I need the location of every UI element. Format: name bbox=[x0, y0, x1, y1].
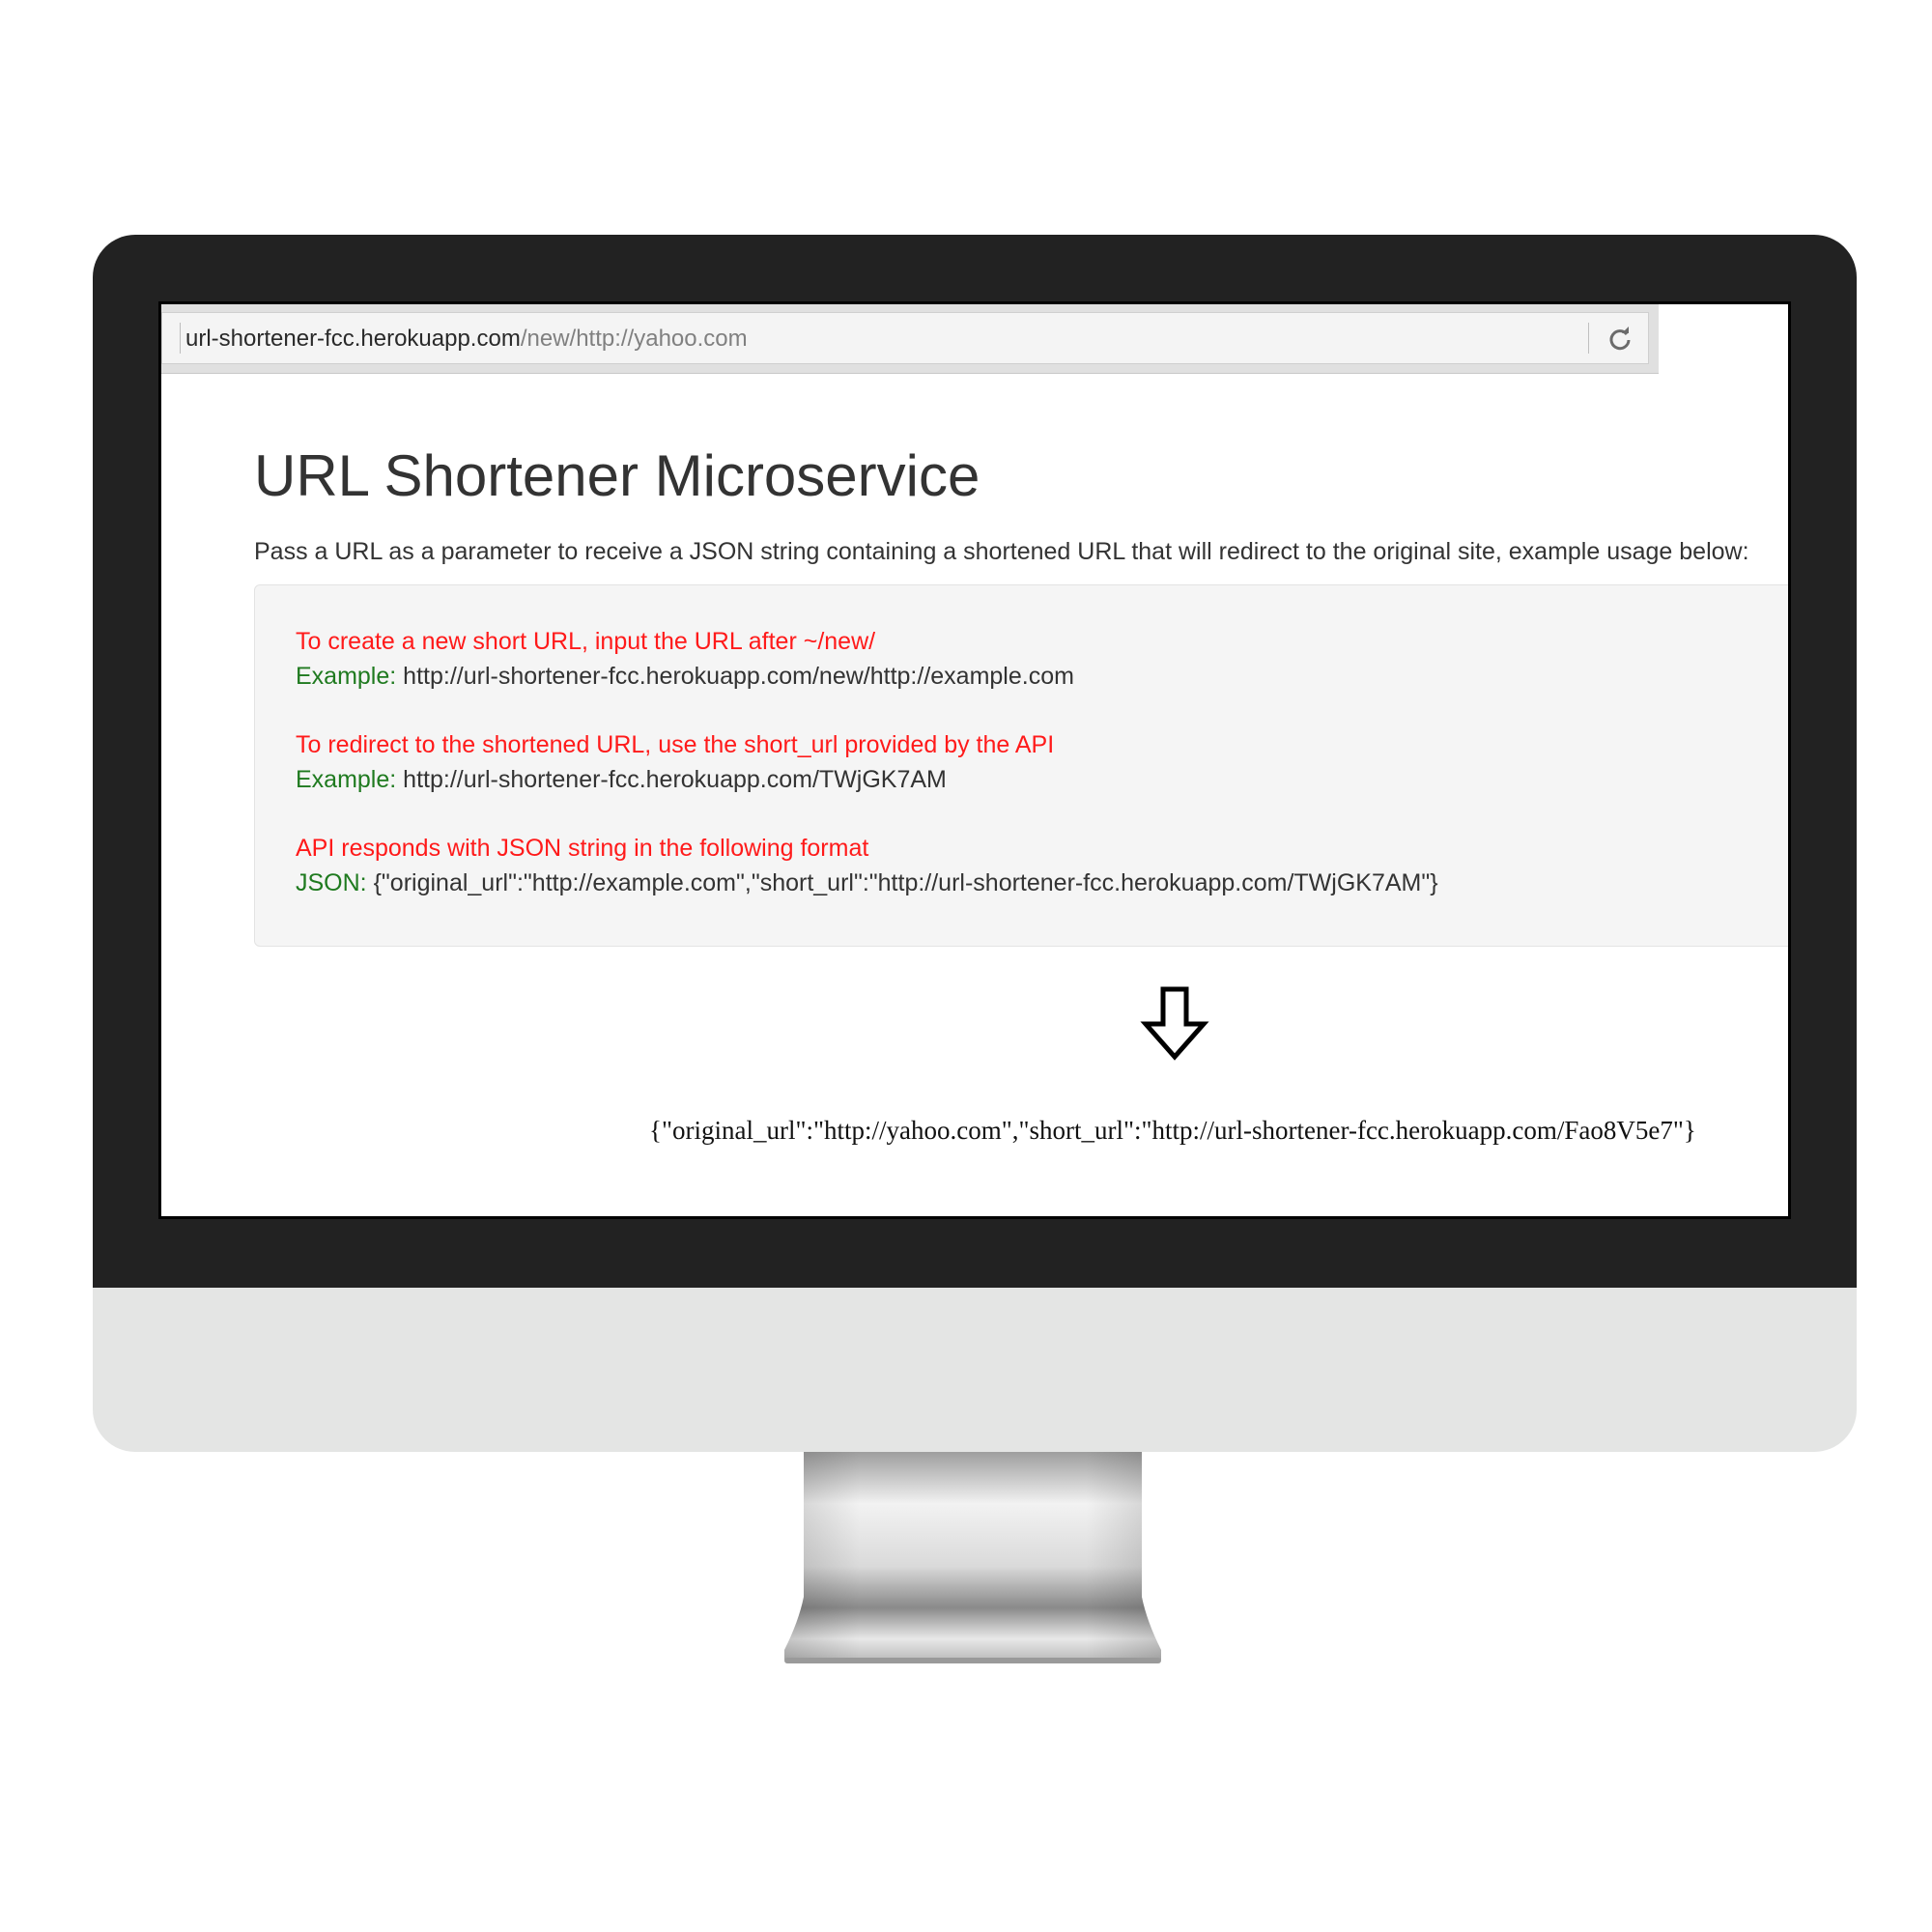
arrow-down-icon bbox=[1140, 985, 1209, 1063]
address-host: url-shortener-fcc.herokuapp.com bbox=[185, 326, 521, 352]
redirect-instruction: To redirect to the shortened URL, use th… bbox=[296, 727, 1054, 797]
monitor-chin bbox=[93, 1288, 1857, 1452]
address-url[interactable]: url-shortener-fcc.herokuapp.com/new/http… bbox=[185, 325, 748, 354]
instruction-heading: To create a new short URL, input the URL… bbox=[296, 628, 876, 655]
page-description: Pass a URL as a parameter to receive a J… bbox=[254, 538, 1749, 565]
monitor-stand bbox=[784, 1452, 1161, 1674]
instruction-heading: To redirect to the shortened URL, use th… bbox=[296, 731, 1055, 758]
monitor-scene: url-shortener-fcc.herokuapp.com/new/http… bbox=[0, 0, 1932, 1932]
address-bar[interactable]: url-shortener-fcc.herokuapp.com/new/http… bbox=[161, 312, 1649, 364]
example-label: Example: bbox=[296, 766, 397, 793]
monitor-screen: url-shortener-fcc.herokuapp.com/new/http… bbox=[158, 301, 1791, 1219]
json-value: {"original_url":"http://example.com","sh… bbox=[373, 869, 1438, 896]
format-instruction: API responds with JSON string in the fol… bbox=[296, 831, 1438, 900]
example-label: Example: bbox=[296, 663, 397, 690]
page-title: URL Shortener Microservice bbox=[254, 443, 980, 508]
create-instruction: To create a new short URL, input the URL… bbox=[296, 624, 1074, 694]
reload-separator bbox=[1588, 323, 1589, 354]
json-label: JSON: bbox=[296, 869, 367, 896]
example-value: http://url-shortener-fcc.herokuapp.com/T… bbox=[403, 766, 947, 793]
address-separator bbox=[180, 323, 181, 354]
instruction-heading: API responds with JSON string in the fol… bbox=[296, 835, 869, 862]
json-response: {"original_url":"http://yahoo.com","shor… bbox=[649, 1116, 1696, 1145]
reload-icon[interactable] bbox=[1605, 325, 1634, 354]
browser-toolbar: url-shortener-fcc.herokuapp.com/new/http… bbox=[161, 304, 1659, 374]
address-path: /new/http://yahoo.com bbox=[520, 326, 748, 352]
usage-well: To create a new short URL, input the URL… bbox=[254, 584, 1788, 947]
example-value: http://url-shortener-fcc.herokuapp.com/n… bbox=[403, 663, 1074, 690]
